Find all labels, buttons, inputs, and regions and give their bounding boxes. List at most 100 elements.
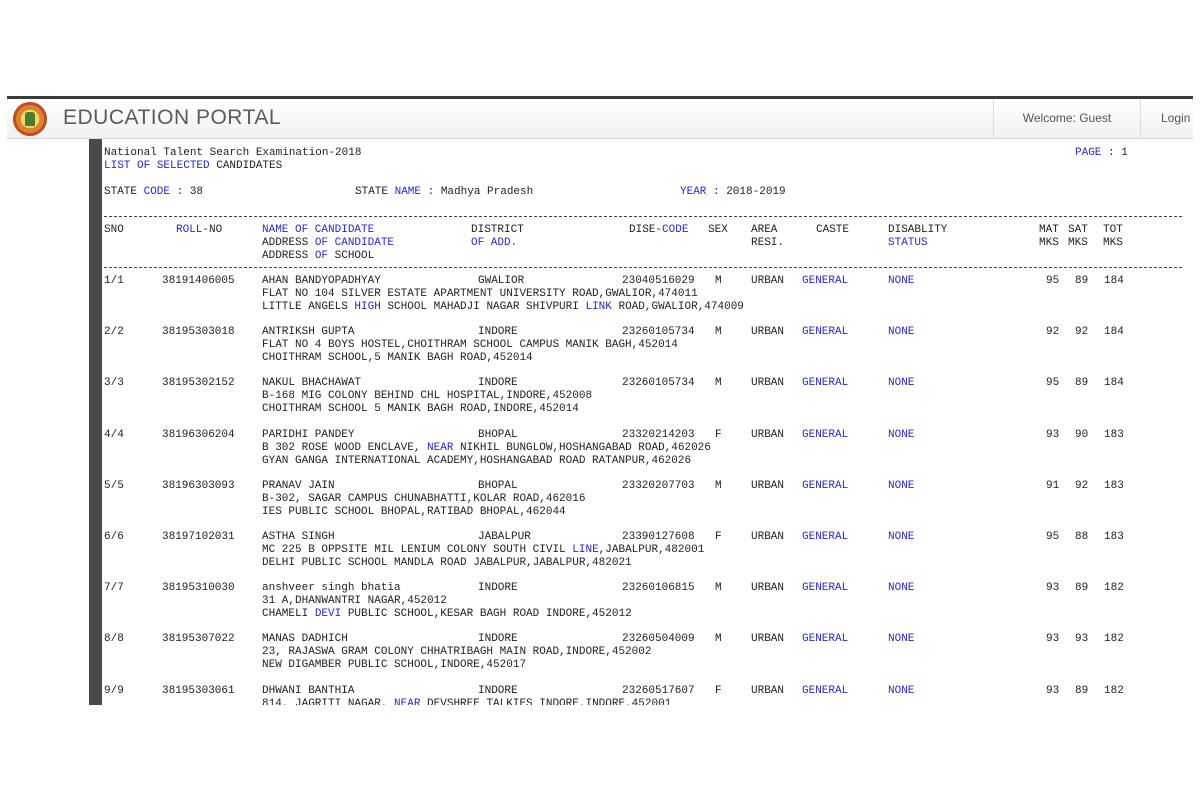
row-district: INDORE bbox=[478, 684, 518, 697]
row-area: URBAN bbox=[751, 326, 785, 339]
col-name: NAME OF CANDIDATE bbox=[262, 224, 375, 236]
row-sat-marks: 92 bbox=[1075, 326, 1089, 339]
row-candidate-name: ASTHA SINGH bbox=[262, 531, 335, 543]
row-candidate-address: B 302 ROSE WOOD ENCLAVE, NEAR NIKHIL BUN… bbox=[262, 441, 711, 454]
row-area: URBAN bbox=[751, 479, 785, 492]
row-disability: NONE bbox=[888, 377, 915, 390]
row-disability: NONE bbox=[888, 633, 915, 646]
row-caste: GENERAL bbox=[802, 377, 849, 390]
row-sno: 9/9 bbox=[104, 684, 124, 697]
row-sno: 4/4 bbox=[104, 428, 124, 441]
row-school-address: NEW DIGAMBER PUBLIC SCHOOL,INDORE,452017 bbox=[262, 659, 527, 672]
row-total-marks: 183 bbox=[1104, 479, 1124, 492]
row-mat-marks: 93 bbox=[1046, 582, 1060, 595]
row-disability: NONE bbox=[888, 428, 915, 441]
row-candidate-name: MANAS DADHICH bbox=[262, 633, 348, 646]
row-sat-marks: 88 bbox=[1075, 531, 1089, 543]
row-area: URBAN bbox=[751, 633, 785, 646]
academic-year: YEAR : 2018-2019 bbox=[680, 186, 786, 198]
col-dise-code: DISE-CODE bbox=[629, 224, 689, 236]
col-caste: CASTE bbox=[816, 224, 850, 236]
row-sex: F bbox=[715, 531, 722, 543]
row-disability: NONE bbox=[888, 275, 915, 287]
row-sex: M bbox=[715, 377, 722, 390]
row-school-address: LITTLE ANGELS HIGH SCHOOL MAHADJI NAGAR … bbox=[262, 301, 744, 313]
row-roll-no: 38195302152 bbox=[162, 377, 235, 390]
row-sat-marks: 93 bbox=[1075, 633, 1089, 646]
row-roll-no: 38195310030 bbox=[162, 582, 235, 595]
col-roll-no: ROLL-NO bbox=[176, 224, 223, 236]
row-caste: GENERAL bbox=[802, 531, 849, 543]
row-total-marks: 184 bbox=[1104, 326, 1124, 339]
row-roll-no: 38197102031 bbox=[162, 531, 235, 543]
row-total-marks: 182 bbox=[1104, 582, 1124, 595]
portal-title: EDUCATION PORTAL bbox=[63, 106, 282, 129]
row-district: GWALIOR bbox=[478, 275, 525, 287]
row-sex: F bbox=[715, 684, 722, 697]
row-dise-code: 23320207703 bbox=[622, 479, 695, 492]
row-district: JABALPUR bbox=[478, 531, 531, 543]
row-area: URBAN bbox=[751, 428, 785, 441]
row-district: INDORE bbox=[478, 633, 518, 646]
row-area: URBAN bbox=[751, 684, 785, 697]
row-sat-marks: 92 bbox=[1075, 479, 1089, 492]
row-total-marks: 182 bbox=[1104, 633, 1124, 646]
row-total-marks: 182 bbox=[1104, 684, 1124, 697]
row-sex: M bbox=[715, 479, 722, 492]
row-sat-marks: 89 bbox=[1075, 377, 1089, 390]
row-candidate-name: anshveer singh bhatia bbox=[262, 582, 401, 595]
row-dise-code: 23260106815 bbox=[622, 582, 695, 595]
col-mat: MAT bbox=[1039, 224, 1059, 236]
row-candidate-name: PRANAV JAIN bbox=[262, 479, 335, 492]
page-number: PAGE : 1 bbox=[1075, 147, 1128, 159]
row-dise-code: 23260517607 bbox=[622, 684, 695, 697]
row-candidate-name: PARIDHI PANDEY bbox=[262, 428, 355, 441]
row-district: INDORE bbox=[478, 582, 518, 595]
header-divider-top bbox=[104, 216, 1182, 217]
row-district: INDORE bbox=[478, 326, 518, 339]
row-sat-marks: 90 bbox=[1075, 428, 1089, 441]
login-link[interactable]: Login bbox=[1161, 99, 1190, 138]
row-dise-code: 23390127608 bbox=[622, 531, 695, 543]
row-candidate-name: ANTRIKSH GUPTA bbox=[262, 326, 355, 339]
list-title: LIST OF SELECTED CANDIDATES bbox=[104, 160, 283, 172]
row-mat-marks: 95 bbox=[1046, 531, 1060, 543]
row-sno: 7/7 bbox=[104, 582, 124, 595]
row-roll-no: 38195307022 bbox=[162, 633, 235, 646]
row-school-address: GYAN GANGA INTERNATIONAL ACADEMY,HOSHANG… bbox=[262, 454, 692, 467]
row-disability: NONE bbox=[888, 326, 915, 339]
row-sex: M bbox=[715, 582, 722, 595]
row-mat-marks: 91 bbox=[1046, 479, 1060, 492]
col-district: DISTRICT bbox=[471, 224, 524, 236]
row-district: BHOPAL bbox=[478, 428, 518, 441]
row-caste: GENERAL bbox=[802, 582, 849, 595]
row-mat-marks: 93 bbox=[1046, 428, 1060, 441]
state-code: STATE CODE : 38 bbox=[104, 186, 204, 198]
row-dise-code: 23040516029 bbox=[622, 275, 695, 287]
row-candidate-address: 23, RAJASWA GRAM COLONY CHHATRIBAGH MAIN… bbox=[262, 646, 652, 659]
row-disability: NONE bbox=[888, 479, 915, 492]
row-caste: GENERAL bbox=[802, 684, 849, 697]
row-dise-code: 23320214203 bbox=[622, 428, 695, 441]
row-school-address: IES PUBLIC SCHOOL BHOPAL,RATIBAD BHOPAL,… bbox=[262, 505, 566, 518]
row-mat-marks: 93 bbox=[1046, 684, 1060, 697]
row-school-address: DELHI PUBLIC SCHOOL MANDLA ROAD JABALPUR… bbox=[262, 557, 632, 569]
row-total-marks: 183 bbox=[1104, 531, 1124, 543]
row-sex: M bbox=[715, 633, 722, 646]
row-total-marks: 184 bbox=[1104, 275, 1124, 287]
row-candidate-address: 814, JAGRITI NAGAR, NEAR DEVSHREE TALKIE… bbox=[262, 697, 672, 705]
row-district: INDORE bbox=[478, 377, 518, 390]
row-sno: 3/3 bbox=[104, 377, 124, 390]
col-sno: SNO bbox=[104, 224, 124, 236]
row-mat-marks: 92 bbox=[1046, 326, 1060, 339]
row-area: URBAN bbox=[751, 275, 785, 287]
row-candidate-name: NAKUL BHACHAWAT bbox=[262, 377, 362, 390]
row-sat-marks: 89 bbox=[1075, 582, 1089, 595]
row-sno: 8/8 bbox=[104, 633, 124, 646]
row-sat-marks: 89 bbox=[1075, 275, 1089, 287]
row-area: URBAN bbox=[751, 531, 785, 543]
row-total-marks: 184 bbox=[1104, 377, 1124, 390]
state-name: STATE NAME : Madhya Pradesh bbox=[355, 186, 534, 198]
row-roll-no: 38195303061 bbox=[162, 684, 235, 697]
col-address-school: ADDRESS OF SCHOOL bbox=[262, 250, 375, 262]
